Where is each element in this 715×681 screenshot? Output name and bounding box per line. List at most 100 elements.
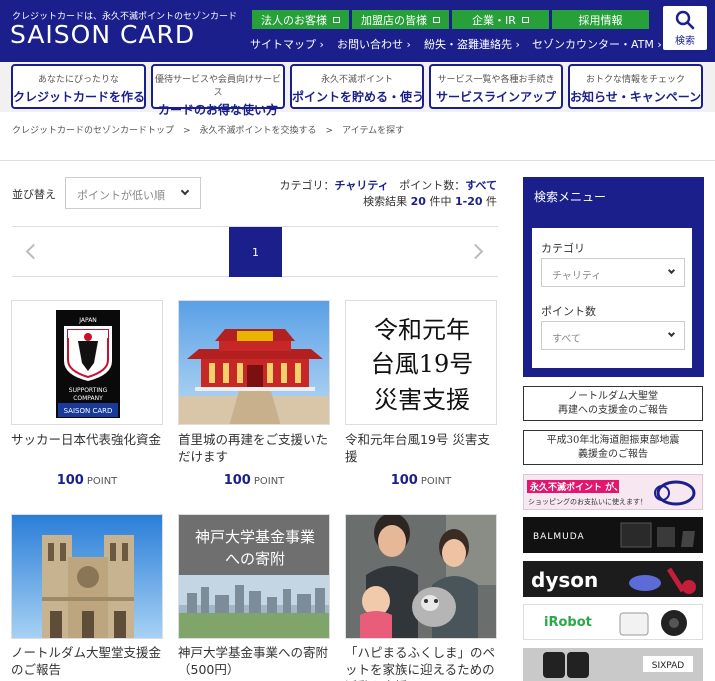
- merchant-label: 加盟店の皆様: [361, 13, 427, 27]
- banner-news[interactable]: おトクな情報をチェック お知らせ・キャンペーン: [568, 64, 703, 109]
- jfa-support-text-1: SUPPORTING: [69, 387, 108, 394]
- points-value: 100: [56, 473, 84, 488]
- card-title[interactable]: 神戸大学基金事業への寄附（500円）: [178, 644, 334, 678]
- card-image-shurijo[interactable]: [178, 300, 330, 425]
- sort-select[interactable]: ポイントが低い順: [65, 177, 201, 209]
- ad-balmuda-text: BALMUDA: [533, 532, 585, 542]
- chevron-down-icon: [667, 266, 676, 275]
- recruit-button[interactable]: 採用情報: [552, 10, 649, 29]
- balmuda-ad-image: BALMUDA: [533, 522, 695, 548]
- search-icon: [675, 10, 695, 29]
- site-header: クレジットカードは、永久不滅ポイントのセゾンカード SAISON CARD 法人…: [0, 0, 715, 62]
- banner-line-2: 義援金のご報告: [578, 449, 648, 460]
- ad-sixpad-text: SIXPAD: [652, 661, 685, 671]
- points-value: すべて: [465, 179, 497, 192]
- irobot-ad[interactable]: iRobot: [523, 604, 703, 640]
- banner-service-lineup[interactable]: サービス一覧や各種お手続き サービスラインアップ: [429, 64, 563, 109]
- banner-main: お知らせ・キャンペーン: [570, 90, 702, 104]
- card-title[interactable]: 「ハピまるふくしま」のペットを家族に迎えるための活動を支援しよう: [345, 644, 501, 681]
- saison-points-ad-image: 永久不滅ポイント が、 ショッピングのお支払いに使えます！: [527, 480, 696, 506]
- recruit-label: 採用情報: [578, 13, 623, 27]
- banner-main: カードのお得な使い方: [157, 103, 278, 117]
- saison-points-ad[interactable]: 永久不滅ポイント が、 ショッピングのお支払いに使えます！: [523, 474, 703, 510]
- kobe-line-2: への寄附: [225, 550, 285, 568]
- kobe-university-photo: 神戸大学基金事業 への寄附: [179, 515, 329, 638]
- banner-sub: サービス一覧や各種お手続き: [437, 75, 555, 85]
- points-unit: POINT: [86, 476, 118, 487]
- points-label: ポイント数：: [399, 179, 466, 192]
- window-icon: [333, 16, 340, 23]
- ir-button[interactable]: 企業・IR: [452, 10, 549, 29]
- nav-contact[interactable]: お問い合わせ ›: [337, 36, 411, 52]
- jfa-emblem-image: JAPAN SUPPORTING COMPANY SAISON CARD: [56, 310, 120, 418]
- nav-sitemap[interactable]: サイトマップ ›: [250, 36, 324, 52]
- side-points-value: すべて: [552, 334, 581, 345]
- search-button[interactable]: 検索: [663, 6, 707, 50]
- side-points-select[interactable]: すべて: [541, 321, 685, 350]
- dyson-ad[interactable]: dyson: [523, 561, 703, 597]
- sort-label: 並び替え: [12, 188, 56, 201]
- points-unit: POINT: [420, 476, 452, 487]
- banner-line-1: 平成30年北海道胆振東部地震: [546, 435, 680, 446]
- ad-irobot-text: iRobot: [544, 615, 592, 630]
- card-title[interactable]: サッカー日本代表強化資金: [11, 431, 167, 448]
- banner-main: サービスラインアップ: [435, 90, 556, 104]
- irobot-ad-image: iRobot: [544, 610, 687, 636]
- pagination: 1: [12, 226, 498, 277]
- notre-dame-report-banner[interactable]: ノートルダム大聖堂 再建への支援金のご報告: [523, 386, 703, 421]
- balmuda-ad[interactable]: BALMUDA: [523, 517, 703, 553]
- divider: [0, 160, 715, 161]
- saison-card-logo[interactable]: SAISON CARD: [10, 20, 195, 49]
- nav-lost-card[interactable]: 紛失・盗難連絡先 ›: [424, 36, 520, 52]
- search-label: 検索: [675, 35, 695, 47]
- next-arrow-icon[interactable]: [467, 243, 484, 260]
- sixpad-ad[interactable]: SIXPAD: [523, 648, 703, 681]
- banner-sub: 優待サービスや会員向けサービス: [154, 75, 281, 98]
- category-label: カテゴリ：: [279, 179, 335, 192]
- card-image-kobe[interactable]: 神戸大学基金事業 への寄附: [178, 514, 330, 639]
- side-category-select[interactable]: チャリティ: [541, 258, 685, 287]
- hokkaido-report-banner[interactable]: 平成30年北海道胆振東部地震 義援金のご報告: [523, 430, 703, 465]
- ir-label: 企業・IR: [472, 13, 516, 27]
- card-image-happymaru[interactable]: [345, 514, 497, 639]
- banner-card-benefits[interactable]: 優待サービスや会員向けサービス カードのお得な使い方: [151, 64, 285, 117]
- ad-saison-bottom: ショッピングのお支払いに使えます！: [528, 497, 647, 506]
- sort-value: ポイントが低い順: [77, 189, 165, 202]
- card-image-notre-dame[interactable]: [11, 514, 163, 639]
- ad-saison-top: 永久不滅ポイント が、: [529, 481, 623, 493]
- prev-arrow-icon[interactable]: [25, 243, 42, 260]
- page-1-button[interactable]: 1: [229, 227, 282, 277]
- result-range: 1-20: [454, 195, 483, 208]
- banner-create-card[interactable]: あなたにぴったりな クレジットカードを作る: [11, 64, 146, 109]
- card-title[interactable]: ノートルダム大聖堂支援金のご報告: [11, 644, 167, 678]
- typhoon-line-3: 災害支援: [374, 386, 470, 414]
- card-image-typhoon[interactable]: 令和元年 台風19号 災害支援: [345, 300, 497, 425]
- banner-points[interactable]: 永久不滅ポイント ポイントを貯める・使う: [290, 64, 424, 109]
- jfa-saison-text: SAISON CARD: [64, 407, 113, 415]
- result-prefix: 検索結果: [363, 195, 408, 208]
- card-points: 100 POINT: [345, 473, 497, 488]
- dyson-ad-image: dyson: [531, 567, 696, 594]
- banner-sub: 永久不滅ポイント: [320, 75, 393, 85]
- corporate-button[interactable]: 法人のお客様: [252, 10, 349, 29]
- card-points: 100 POINT: [178, 473, 330, 488]
- nav-counter-atm[interactable]: セゾンカウンター・ATM ›: [532, 36, 662, 52]
- result-mid: 件中: [429, 195, 452, 208]
- side-points-label: ポイント数: [541, 305, 596, 318]
- banner-main: ポイントを貯める・使う: [292, 90, 425, 104]
- sixpad-ad-image: SIXPAD: [543, 652, 693, 678]
- notre-dame-photo: [12, 515, 162, 638]
- jfa-top-text: JAPAN: [78, 317, 97, 324]
- result-suffix: 件: [486, 195, 497, 208]
- card-title[interactable]: 首里城の再建をご支援いただけます: [178, 431, 334, 465]
- card-image-jfa[interactable]: JAPAN SUPPORTING COMPANY SAISON CARD: [11, 300, 163, 425]
- breadcrumb[interactable]: クレジットカードのセゾンカードトップ > 永久不滅ポイントを交換する > アイテ…: [12, 123, 404, 136]
- card-title[interactable]: 令和元年台風19号 災害支援: [345, 431, 501, 465]
- search-menu-title: 検索メニュー: [534, 190, 607, 204]
- window-icon: [433, 16, 440, 23]
- points-value: 100: [223, 473, 251, 488]
- jfa-support-text-2: COMPANY: [73, 395, 103, 402]
- merchant-button[interactable]: 加盟店の皆様: [352, 10, 449, 29]
- kobe-line-1: 神戸大学基金事業: [195, 528, 315, 546]
- chevron-down-icon: [180, 186, 190, 196]
